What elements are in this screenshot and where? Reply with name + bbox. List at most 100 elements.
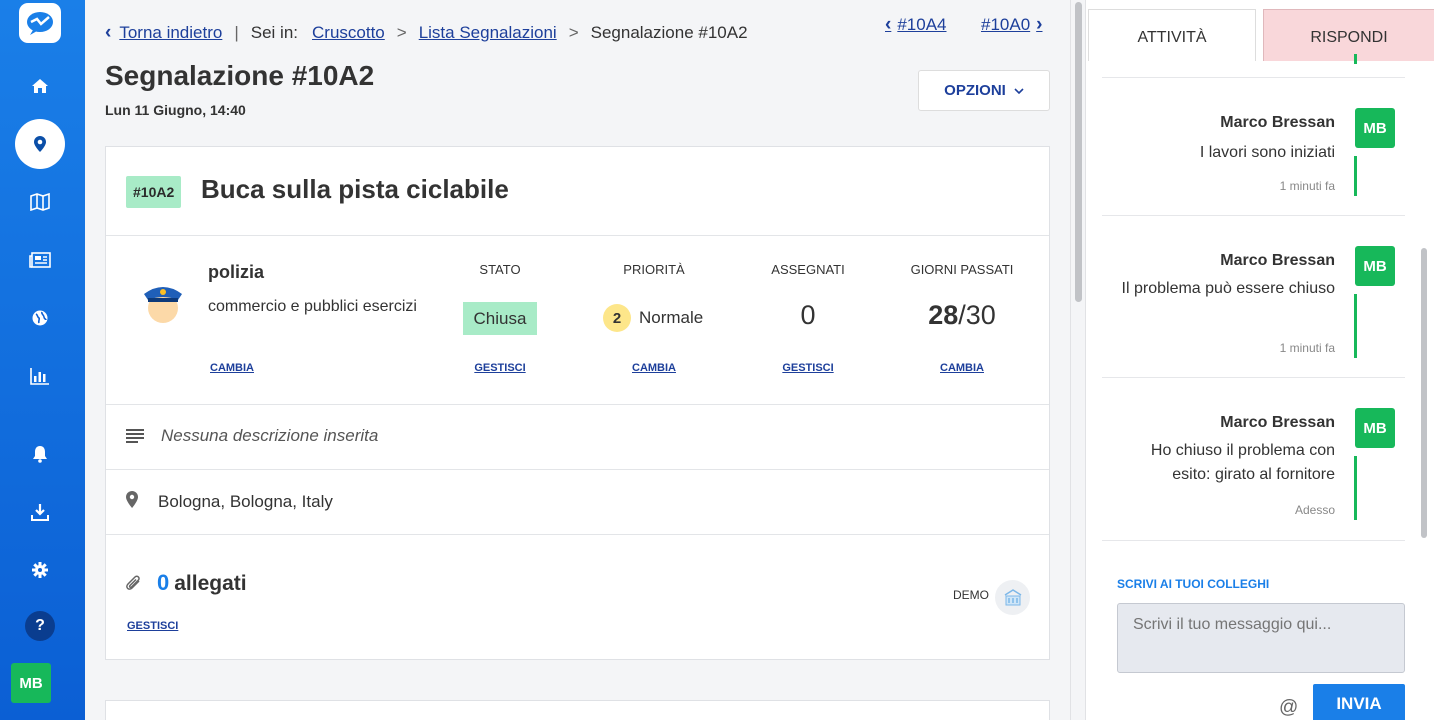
activity-time: Adesso <box>1294 503 1335 517</box>
priorita-label: PRIORITÀ <box>623 262 685 277</box>
activity-text: I lavori sono iniziati <box>1199 144 1335 161</box>
timeline-line <box>1354 294 1357 358</box>
attachments-number: 0 <box>157 570 170 595</box>
back-link[interactable]: Torna indietro <box>119 23 222 43</box>
activity-author: Marco Bressan <box>1220 414 1335 431</box>
map-icon[interactable] <box>25 187 55 217</box>
breadcrumb: ‹ Torna indietro | Sei in: Cruscotto > L… <box>105 22 748 44</box>
timeline-line <box>1354 156 1357 196</box>
change-days-link[interactable]: CAMBIA <box>940 362 984 374</box>
activity-item: Marco Bressan Il problema può essere chi… <box>1102 246 1405 378</box>
breadcrumb-cruscotto[interactable]: Cruscotto <box>312 23 385 43</box>
activity-avatar: MB <box>1355 108 1395 148</box>
days-total: /30 <box>958 300 996 330</box>
location-pin-icon[interactable] <box>15 119 65 169</box>
activity-text: Ho chiuso il problema con esito: girato … <box>1150 442 1335 483</box>
home-icon[interactable] <box>25 71 55 101</box>
mention-button[interactable]: @ <box>1279 697 1298 719</box>
chevron-left-icon[interactable]: ‹ <box>105 22 111 44</box>
report-details: polizia commercio e pubblici esercizi CA… <box>106 236 1049 405</box>
breadcrumb-prefix: Sei in: <box>250 23 299 42</box>
category-name: polizia <box>208 262 265 282</box>
main-scrollbar[interactable] <box>1070 0 1085 720</box>
panel-scrollbar[interactable] <box>1421 248 1427 538</box>
activity-item: Marco Bressan Ho chiuso il problema con … <box>1102 408 1405 541</box>
assignees-count: 0 <box>800 300 816 330</box>
change-priority-link[interactable]: CAMBIA <box>632 362 676 374</box>
activity-item: Marco Bressan I lavori sono iniziati 1 m… <box>1102 108 1405 216</box>
globe-icon[interactable] <box>25 303 55 333</box>
priority-label: Normale <box>639 308 704 327</box>
days-passed: 28/30 <box>928 300 996 331</box>
report-date: Lun 11 Giugno, 14:40 <box>105 102 246 118</box>
breadcrumb-current: Segnalazione #10A2 <box>590 23 748 42</box>
status-badge: Chiusa <box>463 302 537 335</box>
description-text: Nessuna descrizione inserita <box>161 426 379 445</box>
report-title: Buca sulla pista ciclabile <box>201 174 509 204</box>
newspaper-icon[interactable] <box>25 245 55 275</box>
tab-rispondi[interactable]: RISPONDI <box>1263 9 1434 61</box>
activity-text: Il problema può essere chiuso <box>1121 280 1335 297</box>
manage-attachments-link[interactable]: GESTISCI <box>127 620 178 632</box>
send-button[interactable]: INVIA <box>1313 684 1405 720</box>
options-button[interactable]: OPZIONI <box>918 70 1050 111</box>
priority-value: 2 Normale <box>603 304 703 332</box>
attachments-label: allegati <box>174 572 247 595</box>
next-report-label: #10A0 <box>981 15 1031 34</box>
activity-avatar: MB <box>1355 246 1395 286</box>
prev-report-label: #10A4 <box>897 15 947 34</box>
breadcrumb-divider: | <box>234 23 239 42</box>
prev-report-link[interactable]: ‹ #10A4 <box>885 14 947 36</box>
paperclip-icon <box>126 575 140 590</box>
breadcrumb-separator: > <box>396 23 407 42</box>
building-icon[interactable] <box>995 580 1030 615</box>
chevron-left-icon: ‹ <box>885 14 892 35</box>
activity-avatar: MB <box>1355 408 1395 448</box>
sidebar: ? MB <box>0 0 85 720</box>
activity-author: Marco Bressan <box>1220 114 1335 131</box>
category-subtype: commercio e pubblici esercizi <box>208 298 417 315</box>
secondary-card <box>105 700 1050 720</box>
days-passed-value: 28 <box>928 300 959 330</box>
next-report-link[interactable]: #10A0 › <box>981 14 1043 36</box>
message-input[interactable] <box>1117 603 1405 673</box>
user-avatar[interactable]: MB <box>11 663 51 703</box>
timeline-line <box>1354 54 1357 64</box>
report-id-tag: #10A2 <box>126 176 182 208</box>
breadcrumb-separator: > <box>568 23 579 42</box>
activity-author: Marco Bressan <box>1220 252 1335 269</box>
bell-icon[interactable] <box>25 439 55 469</box>
logo-icon[interactable] <box>19 3 61 43</box>
help-icon[interactable]: ? <box>25 611 55 641</box>
page-title: Segnalazione #10A2 <box>105 60 375 91</box>
attachments-section: 0 allegati <box>106 535 1049 661</box>
chevron-down-icon <box>1014 87 1024 94</box>
activity-time: 1 minuti fa <box>1279 341 1335 355</box>
breadcrumb-lista-segnalazioni[interactable]: Lista Segnalazioni <box>419 23 557 43</box>
manage-assignees-link[interactable]: GESTISCI <box>782 362 833 374</box>
manage-status-link[interactable]: GESTISCI <box>474 362 525 374</box>
attachments-count: 0 allegati <box>157 570 247 596</box>
giorni-label: GIORNI PASSATI <box>910 262 1014 277</box>
location-text: Bologna, Bologna, Italy <box>158 492 333 511</box>
change-category-link[interactable]: CAMBIA <box>210 362 254 374</box>
police-officer-icon <box>144 287 182 323</box>
activity-time: 1 minuti fa <box>1279 179 1335 193</box>
report-header: #10A2 Buca sulla pista ciclabile <box>106 147 1049 236</box>
timeline-line <box>1354 456 1357 520</box>
demo-label: DEMO <box>953 588 989 602</box>
main-content: ‹ Torna indietro | Sei in: Cruscotto > L… <box>85 0 1070 720</box>
gear-icon[interactable] <box>25 555 55 585</box>
bar-chart-icon[interactable] <box>25 361 55 391</box>
download-icon[interactable] <box>25 497 55 527</box>
activity-item-truncated <box>1102 54 1405 78</box>
activity-panel: ATTIVITÀ RISPONDI Marco Bressan I lavori… <box>1085 0 1434 720</box>
tab-attivita[interactable]: ATTIVITÀ <box>1088 9 1256 61</box>
description-section: Nessuna descrizione inserita <box>106 405 1049 470</box>
location-section: Bologna, Bologna, Italy <box>106 470 1049 535</box>
options-label: OPZIONI <box>944 82 1006 99</box>
report-card: #10A2 Buca sulla pista ciclabile polizia… <box>105 146 1050 660</box>
chevron-right-icon: › <box>1036 14 1043 35</box>
assegnati-label: ASSEGNATI <box>771 262 845 277</box>
text-lines-icon <box>126 429 144 443</box>
